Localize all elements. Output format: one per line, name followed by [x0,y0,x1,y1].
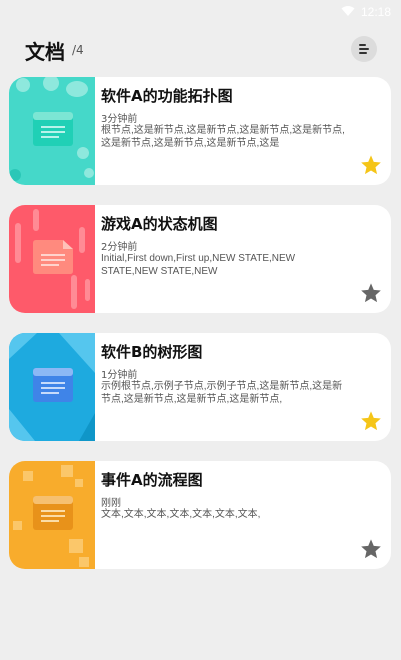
document-description: Initial,First down,First up,NEW STATE,NE… [101,253,296,277]
page-title: 文档 [25,40,65,64]
document-card[interactable]: 事件A的流程图 刚刚 文本,文本,文本,文本,文本,文本,文本, [9,461,391,569]
sort-menu-button[interactable] [351,36,377,62]
menu-icon-line [359,52,367,54]
favorite-star-icon[interactable] [360,538,382,560]
document-count: /4 [72,43,84,57]
document-thumbnail [9,461,95,569]
document-icon [33,496,73,530]
document-title: 游戏A的状态机图 [101,215,218,233]
document-title: 事件A的流程图 [101,471,203,489]
document-title: 软件A的功能拓扑图 [101,87,233,105]
document-title: 软件B的树形图 [101,343,203,361]
document-time: 刚刚 [101,498,121,509]
status-bar: 12:18 [0,0,401,24]
document-icon [33,368,73,402]
document-thumbnail [9,333,95,441]
document-thumbnail [9,205,95,313]
document-time: 2分钟前 [101,242,138,253]
document-time: 3分钟前 [101,114,138,125]
menu-icon [359,44,366,46]
document-description: 文本,文本,文本,文本,文本,文本,文本, [101,509,261,520]
document-description: 示例根节点,示例子节点,示例子节点,这是新节点,这是新节点,这是新节点,这是新节… [101,381,343,405]
document-card[interactable]: 软件A的功能拓扑图 3分钟前 根节点,这是新节点,这是新节点,这是新节点,这是新… [9,77,391,185]
document-icon [33,112,73,146]
wifi-icon [341,6,355,16]
document-icon [33,240,73,274]
document-card[interactable]: 软件B的树形图 1分钟前 示例根节点,示例子节点,示例子节点,这是新节点,这是新… [9,333,391,441]
document-thumbnail [9,77,95,185]
favorite-star-icon[interactable] [360,282,382,304]
document-card[interactable]: 游戏A的状态机图 2分钟前 Initial,First down,First u… [9,205,391,313]
document-description: 根节点,这是新节点,这是新节点,这是新节点,这是新节点,这是新节点,这是新节点,… [101,125,345,149]
header: 文档 /4 [0,24,401,72]
favorite-star-icon[interactable] [360,154,382,176]
status-time: 12:18 [360,5,391,19]
favorite-star-icon[interactable] [360,410,382,432]
menu-icon-line [359,48,369,50]
document-time: 1分钟前 [101,370,138,381]
